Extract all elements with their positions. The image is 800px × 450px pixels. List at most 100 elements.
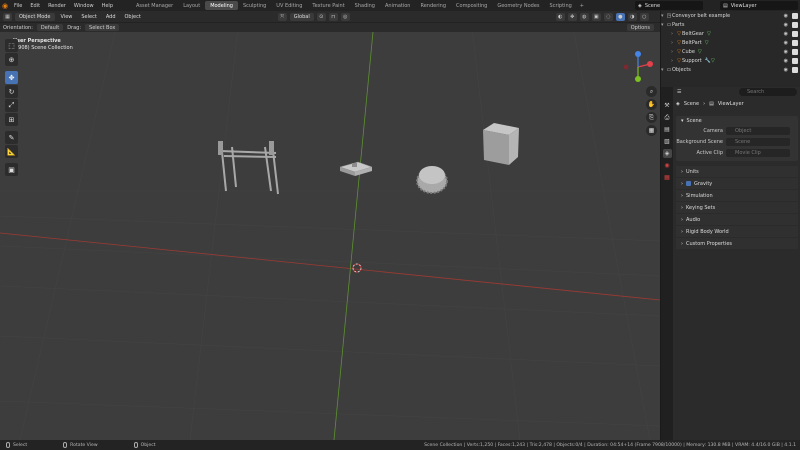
eye-icon[interactable]: ◉	[784, 58, 788, 64]
tab-scripting[interactable]: Scripting	[545, 1, 577, 10]
zoom-icon[interactable]: ⌕	[646, 86, 657, 97]
tab-sculpting[interactable]: Sculpting	[238, 1, 271, 10]
output-tab-icon[interactable]: ▤	[663, 125, 672, 134]
eye-icon[interactable]: ◉	[784, 22, 788, 28]
tab-uv-editing[interactable]: UV Editing	[271, 1, 307, 10]
checkbox-icon[interactable]	[792, 66, 798, 73]
proportional-edit-icon[interactable]: ◎	[340, 12, 350, 21]
belt-gear-object[interactable]	[416, 166, 448, 194]
eye-icon[interactable]: ◉	[784, 31, 788, 37]
menu-select[interactable]: Select	[78, 14, 99, 20]
drag-selector[interactable]: Select Box	[85, 24, 120, 31]
transform-orientation-icon[interactable]: ⤧	[277, 12, 287, 21]
menu-add[interactable]: Add	[103, 14, 119, 20]
cursor-tool-icon[interactable]: ⊕	[5, 53, 18, 66]
shading-rendered-icon[interactable]: ○	[639, 12, 649, 21]
blender-logo-icon[interactable]: ◉	[0, 0, 10, 11]
world-tab-icon[interactable]: ◉	[663, 161, 672, 170]
gizmo-neg-x-icon[interactable]	[623, 64, 629, 70]
gizmo-x-icon[interactable]	[647, 61, 653, 67]
eye-icon[interactable]: ◉	[784, 67, 788, 73]
options-button[interactable]: Options	[626, 24, 654, 31]
transform-orientation-selector[interactable]: Global	[289, 12, 314, 21]
collection-tab-icon[interactable]: ▦	[663, 173, 672, 182]
tab-animation[interactable]: Animation	[380, 1, 416, 10]
checkbox-icon[interactable]	[792, 48, 798, 55]
shading-solid-icon[interactable]: ●	[615, 12, 625, 21]
scale-tool-icon[interactable]: ⤢	[5, 99, 18, 112]
scene-selector[interactable]: ◈ Scene	[635, 1, 703, 10]
units-panel[interactable]: › Units	[676, 165, 798, 177]
annotate-tool-icon[interactable]: ✎	[5, 131, 18, 144]
simulation-panel[interactable]: › Simulation	[676, 189, 798, 201]
menu-file[interactable]: File	[10, 3, 26, 9]
tab-layout[interactable]: Layout	[178, 1, 205, 10]
eye-icon[interactable]: ◉	[784, 49, 788, 55]
transform-tool-icon[interactable]: ⊞	[5, 113, 18, 126]
checkbox-icon[interactable]	[792, 39, 798, 46]
gravity-checkbox[interactable]	[686, 181, 691, 186]
belt-part-object[interactable]	[339, 161, 373, 176]
properties-editor-icon[interactable]: ☰	[677, 89, 681, 95]
add-workspace-icon[interactable]: +	[577, 3, 587, 9]
pivot-icon[interactable]: ⊙	[316, 12, 326, 21]
audio-panel[interactable]: › Audio	[676, 213, 798, 225]
gravity-panel[interactable]: › Gravity	[676, 177, 798, 189]
outliner-row[interactable]: ▾ ▭ Objects ◉	[661, 65, 800, 74]
gizmo-z-icon[interactable]	[635, 51, 641, 57]
projection-grid-icon[interactable]: ▦	[646, 125, 657, 136]
measure-tool-icon[interactable]: 📐	[5, 145, 18, 158]
camera-field[interactable]: Object	[726, 126, 790, 135]
visibility-icon[interactable]: ◐	[555, 12, 565, 21]
menu-render[interactable]: Render	[44, 3, 70, 9]
scene-tab-icon[interactable]: ◈	[662, 149, 672, 158]
editor-type-icon[interactable]: ▦	[3, 12, 12, 21]
menu-edit[interactable]: Edit	[26, 3, 44, 9]
outliner-row[interactable]: ▾ ◳ Conveyor belt example ◉	[661, 11, 800, 20]
outliner-row[interactable]: › ▽ BeltGear ▽ ◉	[661, 29, 800, 38]
shading-material-icon[interactable]: ◑	[627, 12, 637, 21]
render-tab-icon[interactable]: ⎙	[663, 113, 672, 122]
pan-icon[interactable]: ✋	[646, 99, 657, 110]
cube-object[interactable]	[483, 123, 519, 165]
tab-shading[interactable]: Shading	[350, 1, 380, 10]
rigid-body-world-panel[interactable]: › Rigid Body World	[676, 225, 798, 237]
tab-modeling[interactable]: Modeling	[205, 1, 238, 10]
tool-tab-icon[interactable]: ⚒	[663, 101, 672, 110]
active-clip-field[interactable]: Movie Clip	[726, 148, 790, 157]
view-layer-tab-icon[interactable]: ▧	[663, 137, 672, 146]
snap-icon[interactable]: ⊓	[328, 12, 338, 21]
shading-wireframe-icon[interactable]: ◌	[603, 12, 613, 21]
add-cube-tool-icon[interactable]: ▣	[5, 163, 18, 176]
gizmo-y-icon[interactable]	[635, 76, 641, 82]
select-box-tool-icon[interactable]: ⬚	[5, 39, 18, 52]
checkbox-icon[interactable]	[792, 12, 798, 19]
custom-properties-panel[interactable]: › Custom Properties	[676, 237, 798, 249]
navigation-gizmo[interactable]	[620, 49, 656, 85]
orientation-selector[interactable]: Default	[36, 24, 64, 31]
3d-cursor-icon[interactable]	[352, 263, 362, 273]
eye-icon[interactable]: ◉	[784, 40, 788, 46]
tab-texture-paint[interactable]: Texture Paint	[307, 1, 349, 10]
properties-search-input[interactable]: Search	[739, 88, 797, 96]
background-scene-field[interactable]: Scene	[726, 137, 790, 146]
scene-panel-header[interactable]: ▾ Scene	[676, 116, 798, 125]
outliner-row[interactable]: ▾ ▭ Parts ◉	[661, 20, 800, 29]
outliner-row[interactable]: › ▽ Cube ▽ ◉	[661, 47, 800, 56]
outliner-row[interactable]: › ▽ Support 🔧▽ ◉	[661, 56, 800, 65]
tab-geometry-nodes[interactable]: Geometry Nodes	[492, 1, 544, 10]
mode-selector[interactable]: Object Mode	[15, 12, 55, 21]
camera-view-icon[interactable]: ⎘	[646, 112, 657, 123]
overlay-icon[interactable]: ◍	[579, 12, 589, 21]
tab-asset-manager[interactable]: Asset Manager	[131, 1, 178, 10]
keying-sets-panel[interactable]: › Keying Sets	[676, 201, 798, 213]
checkbox-icon[interactable]	[792, 30, 798, 37]
view-layer-selector[interactable]: ▤ ViewLayer	[720, 1, 798, 10]
support-object[interactable]	[218, 141, 279, 195]
checkbox-icon[interactable]	[792, 57, 798, 64]
checkbox-icon[interactable]	[792, 21, 798, 28]
gizmo-toggle-icon[interactable]: ✥	[567, 12, 577, 21]
xray-icon[interactable]: ▣	[591, 12, 601, 21]
rotate-tool-icon[interactable]: ↻	[5, 85, 18, 98]
tab-compositing[interactable]: Compositing	[451, 1, 492, 10]
